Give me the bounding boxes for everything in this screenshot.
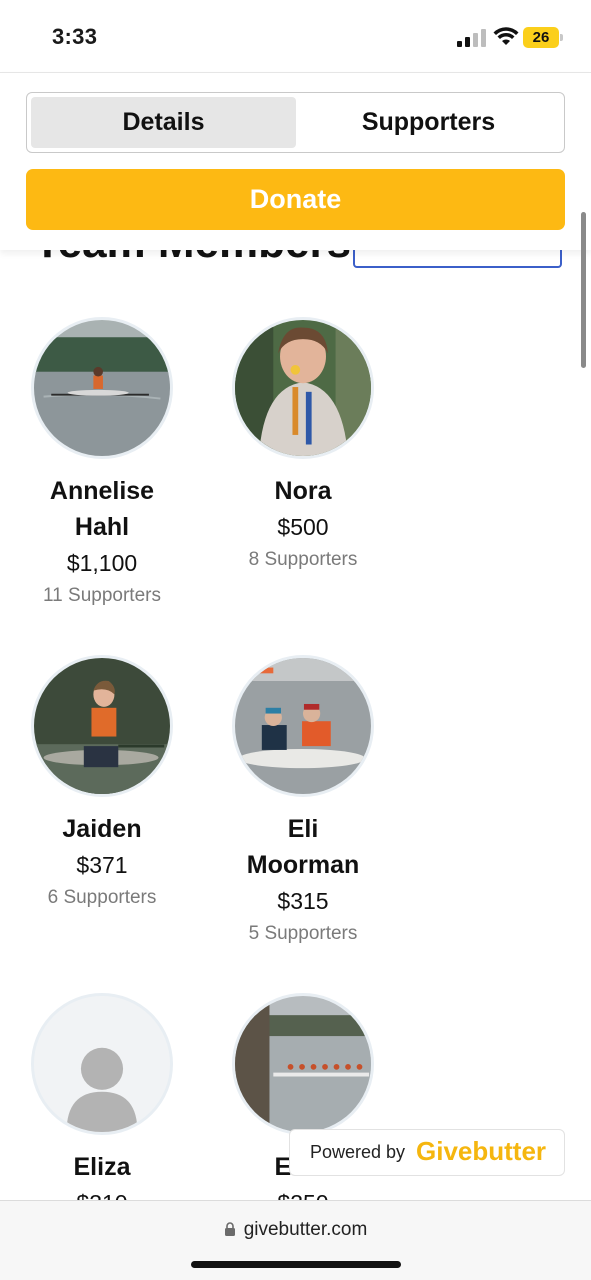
member-card[interactable]: Nora $500 8 Supporters	[208, 317, 398, 575]
scrollbar[interactable]	[581, 212, 586, 368]
medal-photo-image	[235, 320, 371, 456]
tab-details[interactable]: Details	[31, 97, 296, 148]
rowing-team-photo-image	[235, 996, 371, 1132]
member-photo	[31, 317, 173, 459]
member-name: Eli Moorman	[246, 815, 360, 879]
member-name: Eliza	[73, 1153, 131, 1181]
member-amount: $500	[277, 514, 329, 540]
member-amount: $350	[208, 1185, 398, 1200]
rower-photo-image	[34, 320, 170, 456]
member-name: Nora	[274, 477, 332, 505]
member-photo	[232, 317, 374, 459]
member-name: Annelise Hahl	[49, 477, 155, 541]
powered-by-label: Powered by	[310, 1142, 406, 1162]
member-card[interactable]: Annelise Hahl $1,100 11 Supporters	[7, 317, 197, 611]
donate-button[interactable]: Donate	[26, 169, 565, 230]
lock-icon	[224, 1222, 235, 1236]
member-supporters: 6 Supporters	[47, 887, 157, 908]
member-card[interactable]: Eli Moorman $315 5 Supporters	[208, 655, 398, 949]
url-text: givebutter.com	[243, 1219, 368, 1240]
url-display[interactable]: givebutter.com	[0, 1219, 591, 1241]
member-photo	[31, 993, 173, 1135]
home-indicator[interactable]	[191, 1261, 401, 1268]
givebutter-logo: Givebutter	[416, 1136, 547, 1166]
member-card[interactable]: Eliza $310	[7, 993, 197, 1200]
member-card[interactable]: Jaiden $371 6 Supporters	[7, 655, 197, 913]
rower-photo-image	[235, 658, 371, 794]
default-avatar-icon	[34, 996, 170, 1132]
member-amount: $310	[7, 1185, 197, 1200]
member-supporters: 11 Supporters	[43, 585, 161, 606]
browser-address-bar[interactable]: givebutter.com	[0, 1200, 591, 1280]
tab-bar: Details Supporters	[26, 92, 565, 153]
member-photo	[232, 993, 374, 1135]
member-amount: $1,100	[66, 550, 138, 576]
tab-supporters[interactable]: Supporters	[297, 97, 560, 148]
member-supporters: 5 Supporters	[248, 923, 358, 944]
member-amount: $371	[76, 852, 128, 878]
member-amount: $315	[277, 888, 329, 914]
rower-photo-image	[34, 658, 170, 794]
sticky-header: Details Supporters Donate	[0, 72, 591, 250]
powered-by-badge[interactable]: Powered by Givebutter	[289, 1129, 565, 1176]
member-photo	[232, 655, 374, 797]
member-name: Jaiden	[62, 815, 142, 843]
member-supporters: 8 Supporters	[248, 549, 358, 570]
member-photo	[31, 655, 173, 797]
